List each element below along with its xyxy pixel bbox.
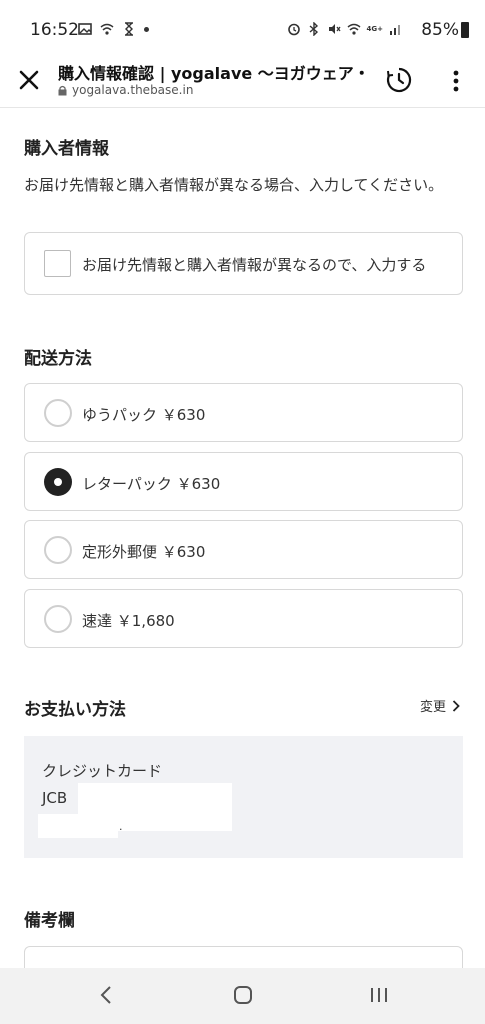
battery-icon	[461, 22, 469, 38]
status-time: 16:52	[30, 20, 79, 40]
shipping-option-label: 定形外郵便 ￥630	[82, 543, 206, 561]
url-bar[interactable]: yogalava.thebase.in	[58, 83, 193, 97]
shipping-option-yupack[interactable]: ゆうパック ￥630	[24, 383, 463, 442]
back-icon[interactable]	[96, 984, 118, 1006]
different-purchaser-label: お届け先情報と購入者情報が異なるので、入力する	[82, 256, 427, 274]
shipping-option-letterpack[interactable]: レターパック ￥630	[24, 452, 463, 511]
redacted-card-number	[38, 814, 118, 838]
shipping-heading: 配送方法	[24, 349, 92, 369]
notification-dot	[144, 26, 149, 32]
battery-percent: 85%	[421, 20, 459, 40]
shipping-option-teikeigai[interactable]: 定形外郵便 ￥630	[24, 520, 463, 579]
card-brand: JCB	[42, 789, 68, 807]
purchaser-heading: 購入者情報	[24, 139, 109, 159]
shipping-radio[interactable]	[44, 399, 72, 427]
history-icon[interactable]	[384, 65, 414, 95]
different-purchaser-checkbox[interactable]	[44, 250, 71, 277]
recents-icon[interactable]	[368, 984, 390, 1006]
shipping-radio[interactable]	[44, 536, 72, 564]
home-icon[interactable]	[232, 984, 254, 1006]
shipping-option-label: レターパック ￥630	[82, 475, 221, 493]
system-nav-bar	[0, 968, 485, 1024]
shipping-radio-selected[interactable]	[44, 468, 72, 496]
payment-change-link[interactable]: 変更	[420, 696, 460, 715]
wifi-icon	[347, 23, 360, 35]
shipping-radio[interactable]	[44, 605, 72, 633]
payment-method: クレジットカード	[42, 762, 163, 780]
status-bar: 16:52 4G+ 85%	[0, 0, 485, 60]
hourglass-icon	[125, 22, 133, 36]
shipping-option-label: ゆうパック ￥630	[82, 406, 206, 424]
wifi-call-icon	[100, 23, 114, 35]
different-purchaser-option[interactable]: お届け先情報と購入者情報が異なるので、入力する	[24, 232, 463, 295]
image-icon	[78, 23, 92, 35]
status-system-icons: 4G+	[287, 22, 403, 36]
shipping-option-label: 速達 ￥1,680	[82, 612, 175, 630]
lock-icon	[58, 85, 67, 95]
browser-toolbar: 購入情報確認 | yogalave 〜ヨガウェア・ yogalava.theba…	[0, 56, 485, 108]
page-content: 購入者情報 お届け先情報と購入者情報が異なる場合、入力してください。 お届け先情…	[0, 108, 485, 968]
close-icon[interactable]	[16, 67, 42, 93]
payment-summary: クレジットカード JCB .	[24, 736, 463, 858]
purchaser-description: お届け先情報と購入者情報が異なる場合、入力してください。	[24, 176, 444, 194]
chevron-right-icon	[452, 699, 460, 712]
page-url: yogalava.thebase.in	[72, 83, 194, 97]
payment-heading: お支払い方法	[24, 700, 126, 720]
mute-icon	[328, 24, 341, 34]
signal-icon	[390, 25, 400, 35]
alarm-icon	[287, 23, 300, 36]
more-vert-icon[interactable]	[446, 68, 466, 94]
card-trailing-mark: .	[119, 820, 123, 833]
memo-heading: 備考欄	[24, 911, 75, 931]
page-title: 購入情報確認 | yogalave 〜ヨガウェア・	[58, 64, 370, 83]
shipping-option-sokutatsu[interactable]: 速達 ￥1,680	[24, 589, 463, 648]
change-label: 変更	[420, 700, 447, 715]
memo-input[interactable]	[24, 946, 463, 968]
status-notification-icons	[78, 22, 149, 36]
4g-icon: 4G+	[366, 25, 383, 33]
bluetooth-icon	[309, 22, 318, 36]
